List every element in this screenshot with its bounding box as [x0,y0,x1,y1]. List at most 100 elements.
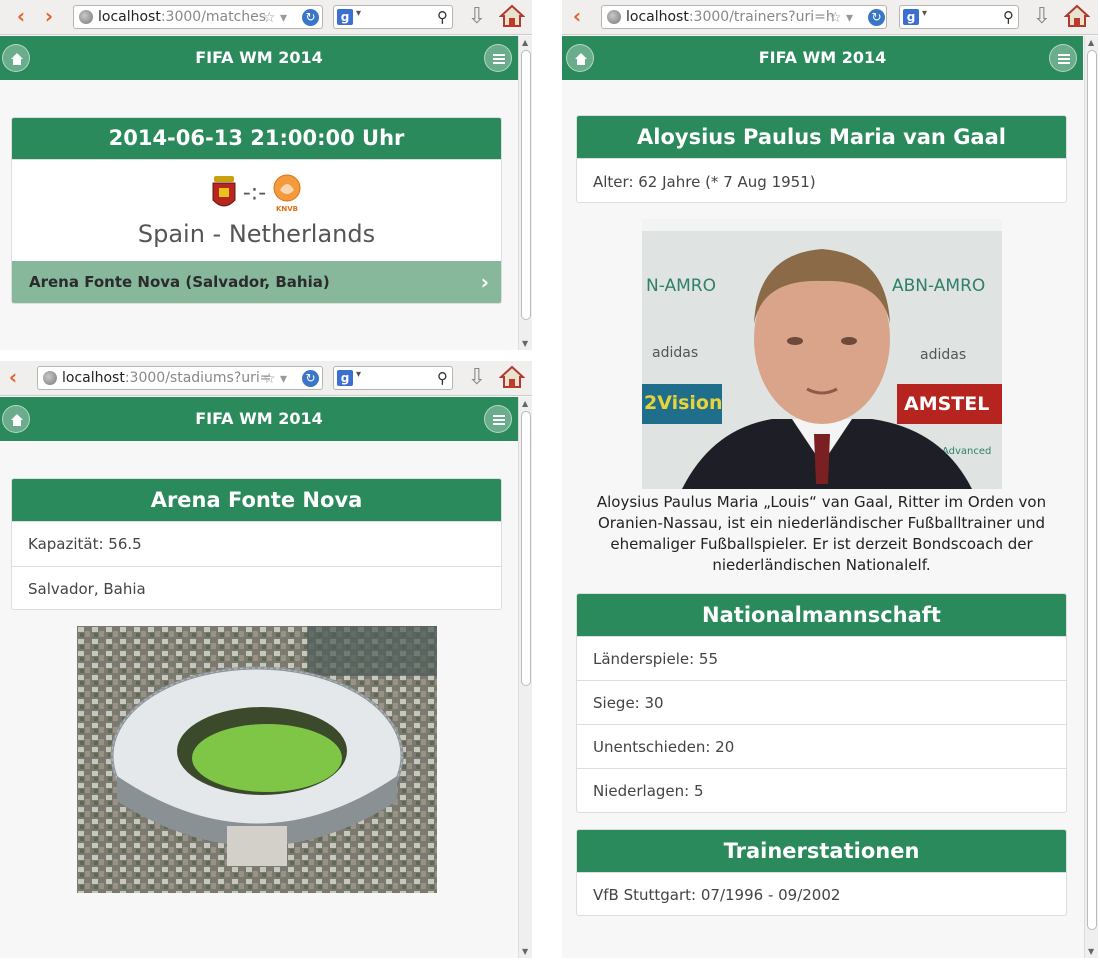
download-icon[interactable]: ⇩ [465,4,489,30]
reload-icon[interactable]: ↻ [868,9,885,26]
search-input[interactable]: g ▾ ⚲ [333,5,453,29]
bookmark-star-icon[interactable]: ☆ ▾ [263,368,287,389]
search-icon[interactable]: ⚲ [1003,8,1014,26]
trainer-name: Aloysius Paulus Maria van Gaal [577,116,1066,158]
download-icon[interactable]: ⇩ [1030,4,1054,30]
venue-label: Arena Fonte Nova (Salvador, Bahia) [29,273,330,291]
stations-card: Trainerstationen VfB Stuttgart: 07/1996 … [576,829,1067,916]
browser-home-icon[interactable] [499,3,525,29]
chevron-down-icon[interactable]: ▾ [922,8,927,19]
browser-toolbar: ‹ localhost:3000/stadiums?uri= ☆ ▾ ↻ g ▾… [0,361,532,396]
scrollbar[interactable]: ▲ ▼ [518,36,532,350]
svg-text:adidas: adidas [920,347,966,363]
scrollbar-thumb[interactable] [521,50,531,320]
scroll-up-icon[interactable]: ▲ [1088,38,1094,47]
matches-browser-window: ‹ › localhost:3000/matches ☆ ▾ ↻ g ▾ ⚲ ⇩… [0,0,532,350]
search-input[interactable]: g ▾ ⚲ [333,366,453,390]
globe-icon [79,10,93,24]
svg-text:AMSTEL: AMSTEL [904,393,989,415]
browser-home-icon[interactable] [499,364,525,390]
search-icon[interactable]: ⚲ [437,369,448,387]
svg-text:ABN-AMRO: ABN-AMRO [892,276,985,296]
trainer-bio: Aloysius Paulus Maria „Louis“ van Gaal, … [596,493,1047,574]
stadium-location: Salvador, Bahia [12,566,501,609]
trainers-browser-window: ‹ localhost:3000/trainers?uri=h ☆ ▾ ↻ g … [562,0,1098,958]
globe-icon [43,371,57,385]
national-team-row: Unentschieden: 20 [577,724,1066,768]
stadium-photo [77,626,437,893]
reload-icon[interactable]: ↻ [302,9,319,26]
app-header: FIFA WM 2014 [0,397,518,441]
scrollbar[interactable]: ▲ ▼ [1084,36,1098,958]
back-arrow-icon[interactable]: ‹ [566,6,588,28]
url-input[interactable]: localhost:3000/trainers?uri=h ☆ ▾ ↻ [601,5,887,29]
match-score: -:- [242,180,267,206]
match-datetime: 2014-06-13 21:00:00 Uhr [12,118,501,159]
google-icon: g [903,9,919,25]
app-header: FIFA WM 2014 [0,36,518,80]
menu-button[interactable] [1049,44,1077,72]
svg-text:KNVB: KNVB [276,205,298,213]
scroll-down-icon[interactable]: ▼ [522,947,528,956]
match-teams: Spain - Netherlands [137,220,376,248]
bookmark-star-icon[interactable]: ☆ ▾ [829,7,853,28]
back-arrow-icon[interactable]: ‹ [10,6,32,28]
stations-heading: Trainerstationen [577,830,1066,872]
google-icon: g [337,9,353,25]
menu-button[interactable] [484,44,512,72]
spain-crest-icon [212,176,236,207]
stadium-capacity: Kapazität: 56.5 [12,521,501,566]
knvb-crest-icon: KNVB [273,174,301,213]
station-row: VfB Stuttgart: 07/1996 - 09/2002 [577,872,1066,915]
svg-text:Advanced: Advanced [942,446,991,457]
national-team-row: Siege: 30 [577,680,1066,724]
national-team-row: Niederlagen: 5 [577,768,1066,812]
stadium-name: Arena Fonte Nova [12,479,501,521]
match-body: -:- KNVB Spain - Netherlands [12,159,501,261]
menu-icon [493,415,505,425]
back-arrow-icon[interactable]: ‹ [2,367,24,389]
chevron-down-icon[interactable]: ▾ [356,8,361,19]
url-input[interactable]: localhost:3000/matches ☆ ▾ ↻ [73,5,323,29]
menu-icon [1058,54,1070,64]
national-team-card: Nationalmannschaft Länderspiele: 55 Sieg… [576,593,1067,813]
scroll-down-icon[interactable]: ▼ [522,339,528,348]
browser-toolbar: ‹ localhost:3000/trainers?uri=h ☆ ▾ ↻ g … [562,0,1098,35]
svg-text:N-AMRO: N-AMRO [646,276,716,296]
match-card: 2014-06-13 21:00:00 Uhr -:- KNVB Spain -… [11,117,502,304]
forward-arrow-icon[interactable]: › [38,6,60,28]
browser-home-icon[interactable] [1064,3,1090,29]
url-input[interactable]: localhost:3000/stadiums?uri= ☆ ▾ ↻ [37,366,323,390]
search-icon[interactable]: ⚲ [437,8,448,26]
scrollbar-thumb[interactable] [521,411,531,686]
trainer-age: Alter: 62 Jahre (* 7 Aug 1951) [577,158,1066,202]
globe-icon [607,10,621,24]
app-title: FIFA WM 2014 [195,409,323,428]
svg-text:2Vision: 2Vision [644,392,723,414]
scrollbar-thumb[interactable] [1087,50,1097,930]
app-title: FIFA WM 2014 [195,48,323,67]
download-icon[interactable]: ⇩ [465,365,489,391]
national-team-heading: Nationalmannschaft [577,594,1066,636]
chevron-right-icon: › [480,270,489,294]
national-team-row: Länderspiele: 55 [577,636,1066,680]
svg-text:adidas: adidas [652,345,698,361]
venue-link[interactable]: Arena Fonte Nova (Salvador, Bahia) › [12,261,501,303]
scroll-up-icon[interactable]: ▲ [522,38,528,47]
browser-toolbar: ‹ › localhost:3000/matches ☆ ▾ ↻ g ▾ ⚲ ⇩ [0,0,532,35]
scroll-up-icon[interactable]: ▲ [522,399,528,408]
stadium-card: Arena Fonte Nova Kapazität: 56.5 Salvado… [11,478,502,610]
chevron-down-icon[interactable]: ▾ [356,369,361,380]
menu-icon [493,54,505,64]
search-input[interactable]: g ▾ ⚲ [899,5,1019,29]
trainer-photo: N-AMRO ABN-AMRO adidas adidas 2Vision AM… [642,219,1002,489]
reload-icon[interactable]: ↻ [302,370,319,387]
menu-button[interactable] [484,405,512,433]
app-title: FIFA WM 2014 [758,48,887,67]
trainer-card: Aloysius Paulus Maria van Gaal Alter: 62… [576,115,1067,203]
bookmark-star-icon[interactable]: ☆ ▾ [263,7,287,28]
scrollbar[interactable]: ▲ ▼ [518,397,532,958]
google-icon: g [337,370,353,386]
scroll-down-icon[interactable]: ▼ [1088,947,1094,956]
stadiums-browser-window: ‹ localhost:3000/stadiums?uri= ☆ ▾ ↻ g ▾… [0,361,532,958]
